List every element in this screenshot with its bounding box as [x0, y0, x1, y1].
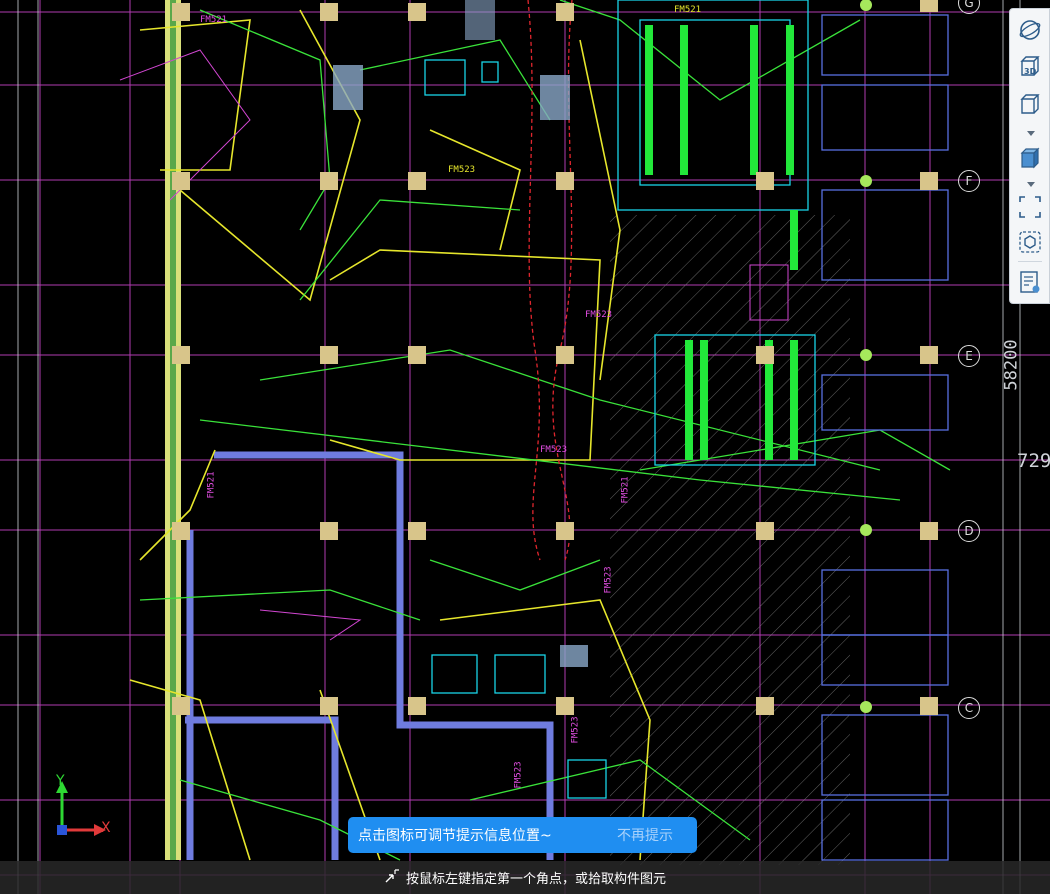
fit-window-icon[interactable]	[1015, 192, 1045, 222]
room-tag: FM523	[513, 761, 524, 789]
room-tag: FM523	[448, 165, 476, 175]
room-tag: FM523	[540, 445, 568, 455]
room-tag: FM521	[206, 471, 217, 499]
orbit-icon[interactable]	[1015, 15, 1045, 45]
command-prompt-text: 按鼠标左键指定第一个角点，或拾取构件图元	[405, 872, 666, 887]
dimension-overall: 58200	[1001, 339, 1022, 391]
room-tag: FM523	[603, 566, 614, 594]
component-view-icon[interactable]	[1015, 227, 1045, 257]
axis-bubble-c: C	[958, 697, 980, 719]
room-tag: FM521	[674, 5, 702, 15]
chevron-down-icon[interactable]	[1027, 182, 1035, 187]
axis-bubble-d: D	[958, 520, 980, 542]
axis-y-label: Y	[56, 773, 65, 789]
room-tag: FM523	[570, 716, 581, 744]
axis-x-label: X	[101, 820, 111, 836]
command-prompt-bar: 按鼠标左键指定第一个角点，或拾取构件图元	[0, 861, 1050, 894]
box-outline-icon[interactable]	[1015, 89, 1045, 119]
room-tag: FM521	[620, 476, 631, 504]
chevron-down-icon[interactable]	[1027, 131, 1035, 136]
axis-bubble-e: E	[958, 345, 980, 367]
axis-bubble-f: F	[958, 170, 980, 192]
cad-drawing-canvas[interactable]	[0, 0, 1050, 894]
properties-icon[interactable]	[1015, 267, 1045, 297]
tip-dismiss-button[interactable]: 不再提示	[617, 825, 673, 845]
view-3d-label: 3D	[1024, 67, 1037, 76]
tip-banner[interactable]: 点击图标可调节提示信息位置~ 不再提示	[348, 817, 697, 853]
tip-message: 点击图标可调节提示信息位置~	[358, 828, 552, 844]
dimension-partial: 729	[1017, 450, 1050, 472]
room-tag: FM523	[585, 310, 613, 320]
pick-cursor-icon	[384, 868, 400, 888]
room-tag: FM521	[200, 15, 228, 25]
box-solid-icon[interactable]	[1015, 143, 1045, 173]
view-3d-icon[interactable]: 3D	[1015, 51, 1045, 81]
view-toolbar: 3D	[1009, 8, 1050, 304]
